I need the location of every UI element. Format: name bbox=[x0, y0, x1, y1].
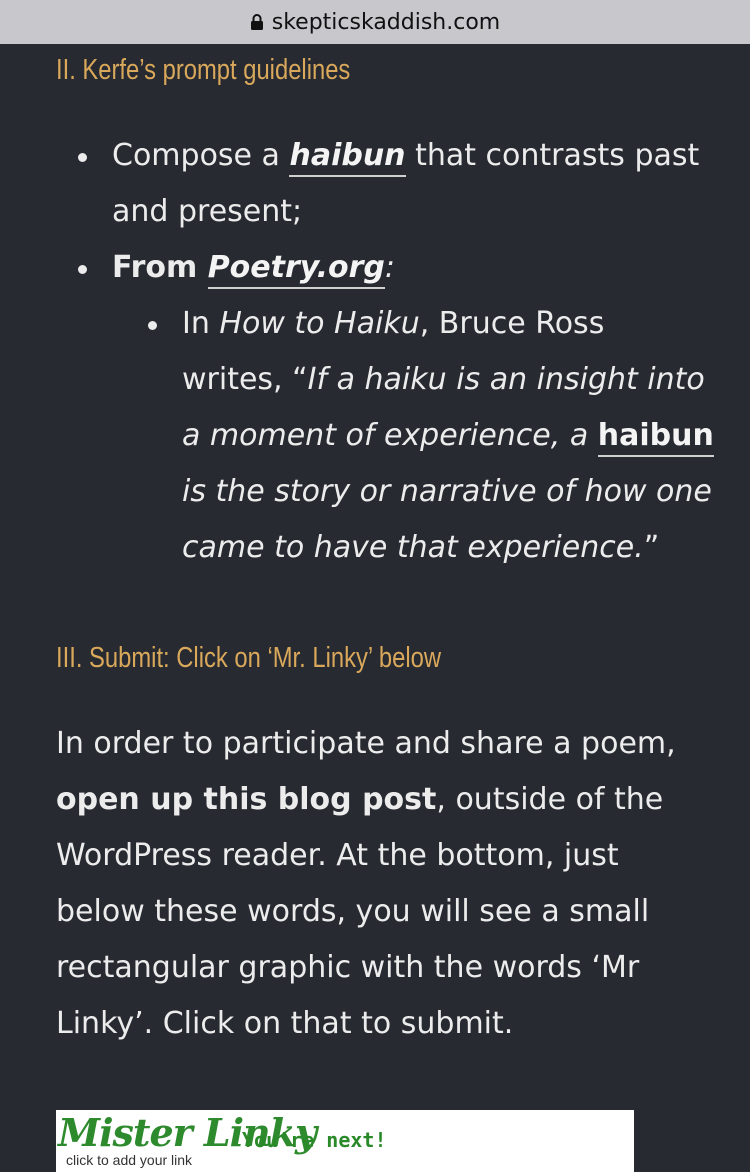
haibun-link[interactable]: haibun bbox=[289, 138, 406, 177]
text: : bbox=[384, 250, 395, 285]
section-heading-submit: III. Submit: Click on ‘Mr. Linky’ below bbox=[56, 642, 442, 674]
text: came to have that experience. bbox=[182, 530, 644, 565]
url-text: skepticskaddish.com bbox=[271, 9, 501, 35]
section-heading-prompt-guidelines: II. Kerfe’s prompt guidelines bbox=[56, 54, 351, 86]
text: that contrasts past bbox=[405, 138, 700, 173]
paragraph-line-4: below these words, you will see a small bbox=[56, 894, 650, 929]
quote-line-3: a moment of experience, a haibun bbox=[182, 408, 714, 464]
quote-line-4: is the story or narrative of how one bbox=[182, 464, 712, 520]
haibun-link-2[interactable]: haibun bbox=[597, 418, 714, 457]
list-item-compose: Compose a haibun that contrasts past bbox=[112, 128, 699, 184]
text: , outside of the bbox=[436, 782, 664, 817]
bullet bbox=[78, 265, 87, 274]
text: writes, “ bbox=[182, 362, 308, 397]
list-item-compose-cont: and present; bbox=[112, 194, 303, 229]
lock-icon bbox=[250, 14, 263, 30]
bold-text: open up this blog post bbox=[56, 782, 437, 817]
text: , Bruce Ross bbox=[419, 306, 605, 341]
quote-line-2: writes, “If a haiku is an insight into bbox=[182, 352, 705, 408]
paragraph-line-1: In order to participate and share a poem… bbox=[56, 726, 676, 761]
address-bar[interactable]: skepticskaddish.com bbox=[0, 0, 750, 44]
book-title: How to Haiku bbox=[219, 306, 420, 341]
text: Compose a bbox=[112, 138, 290, 173]
mister-linky-subtext: click to add your link bbox=[66, 1152, 193, 1168]
bullet bbox=[78, 153, 87, 162]
text: From bbox=[112, 250, 208, 285]
mister-linky-next: You're next! bbox=[242, 1128, 387, 1152]
paragraph-line-6: Linky’. Click on that to submit. bbox=[56, 1006, 514, 1041]
mister-linky-button[interactable]: Mister Linky click to add your link You'… bbox=[56, 1110, 634, 1172]
text: a moment of experience, a bbox=[182, 418, 598, 453]
paragraph-line-2: open up this blog post, outside of the bbox=[56, 772, 663, 828]
quote-line-5: came to have that experience.” bbox=[182, 520, 659, 576]
text: ” bbox=[643, 530, 660, 565]
quote-line-1: In How to Haiku, Bruce Ross bbox=[182, 296, 604, 352]
text: If a haiku is an insight into bbox=[307, 362, 705, 397]
text: In bbox=[182, 306, 220, 341]
paragraph-line-5: rectangular graphic with the words ‘Mr bbox=[56, 950, 640, 985]
bullet bbox=[148, 321, 157, 330]
text: is the story or narrative of how one bbox=[182, 474, 712, 509]
list-item-from: From Poetry.org: bbox=[112, 240, 395, 296]
poetry-org-link[interactable]: Poetry.org bbox=[207, 250, 385, 289]
paragraph-line-3: WordPress reader. At the bottom, just bbox=[56, 838, 619, 873]
